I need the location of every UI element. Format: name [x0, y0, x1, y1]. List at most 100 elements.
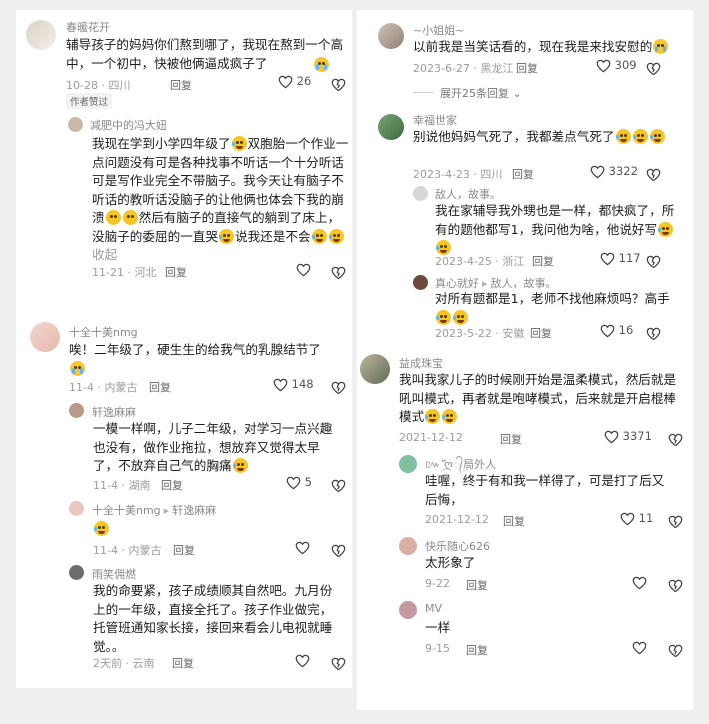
emoji-icon: [94, 521, 109, 536]
expand-replies-button[interactable]: 展开25条回复 ⌄: [440, 85, 522, 101]
username[interactable]: 敌人，故事。: [435, 186, 501, 202]
dislike-button[interactable]: [668, 511, 683, 530]
heart-icon: [604, 430, 619, 443]
emoji-icon: [231, 136, 247, 151]
chevron-down-icon: ⌄: [509, 87, 522, 100]
username[interactable]: MV: [425, 602, 442, 615]
like-button[interactable]: 5: [286, 475, 312, 490]
reply-button[interactable]: 回复: [516, 60, 538, 76]
comment-date: 10-28 · 四川: [66, 79, 131, 92]
comment-date: 2023-6-27 · 黑龙江: [413, 62, 514, 75]
dislike-button[interactable]: [668, 575, 683, 594]
dislike-button[interactable]: [646, 323, 661, 342]
avatar[interactable]: [413, 186, 428, 201]
broken-heart-icon: [646, 168, 661, 181]
avatar[interactable]: [378, 23, 404, 49]
like-button[interactable]: [632, 575, 647, 590]
divider: [413, 92, 433, 93]
comment-text: 太形象了: [425, 555, 476, 570]
reply-button[interactable]: 回复: [161, 477, 183, 493]
dislike-button[interactable]: [646, 164, 661, 183]
comment-date: 2天前 · 云南: [93, 657, 155, 670]
dislike-button[interactable]: [646, 251, 661, 270]
like-button[interactable]: 26: [278, 74, 311, 89]
comment-date: 11-21 · 河北: [92, 266, 157, 279]
like-button[interactable]: 117: [600, 251, 641, 266]
emoji-icon: [122, 210, 138, 225]
comment-date: 11-4 · 内蒙古: [69, 381, 138, 394]
reply-button[interactable]: 回复: [165, 264, 187, 280]
avatar[interactable]: [413, 275, 428, 290]
avatar[interactable]: [399, 537, 417, 555]
comment-text: 别说他妈妈气死了，我都差点气死了: [413, 128, 683, 147]
reply-button[interactable]: 回复: [149, 379, 171, 395]
emoji-icon: [436, 309, 451, 325]
like-button[interactable]: [295, 540, 310, 555]
comment-text: 对所有题都是1，老师不找他麻烦吗？高手: [435, 290, 675, 327]
comment-text: 我现在学到小学四年级了 双胞胎一个作业一点问题没有可是各种找事不听话一个十分听话可…: [92, 136, 349, 262]
comment-date: 2021-12-12: [425, 513, 489, 526]
reply-button[interactable]: 回复: [170, 77, 192, 93]
reply-button[interactable]: 回复: [532, 253, 554, 269]
avatar[interactable]: [30, 322, 60, 352]
comment-date: 11-4 · 湖南: [93, 479, 151, 492]
like-button[interactable]: 11: [620, 511, 653, 526]
avatar[interactable]: [69, 501, 84, 516]
broken-heart-icon: [668, 579, 683, 592]
dislike-button[interactable]: [668, 429, 683, 448]
reply-button[interactable]: 回复: [530, 325, 552, 341]
username[interactable]: 减肥中的冯大妞: [90, 117, 167, 133]
username[interactable]: 春暖花开: [66, 19, 110, 35]
reply-button[interactable]: 回复: [172, 655, 194, 671]
reply-button[interactable]: 回复: [500, 431, 522, 447]
dislike-button[interactable]: [331, 74, 346, 93]
like-count: 11: [638, 511, 654, 525]
avatar[interactable]: [399, 455, 417, 473]
reply-button[interactable]: 回复: [512, 166, 534, 182]
comment-date: 9-22: [425, 577, 450, 590]
heart-icon: [600, 324, 615, 337]
avatar[interactable]: [69, 565, 84, 580]
like-button[interactable]: 16: [600, 323, 633, 338]
username[interactable]: ~小姐姐~: [413, 22, 464, 38]
username[interactable]: 雨笑佣燃: [92, 566, 136, 582]
crying-emoji-icon: [314, 57, 329, 72]
comment-text: 以前我是当笑话看的，现在我是来找安慰的: [413, 38, 683, 57]
like-button[interactable]: [632, 640, 647, 655]
username[interactable]: 十全十美nmg ▸ 轩逸麻麻: [92, 502, 216, 518]
emoji-icon: [658, 221, 674, 237]
like-button[interactable]: [295, 653, 310, 668]
dislike-button[interactable]: [331, 262, 346, 281]
heart-icon: [295, 541, 310, 554]
username[interactable]: 快乐随心626: [425, 538, 490, 554]
emoji-icon: [649, 129, 665, 144]
like-count: 16: [618, 323, 634, 337]
username[interactable]: 益成珠宝: [399, 355, 443, 371]
dislike-button[interactable]: [331, 540, 346, 559]
like-button[interactable]: [296, 262, 311, 277]
username[interactable]: 轩逸麻麻: [92, 404, 136, 420]
like-button[interactable]: 309: [596, 58, 637, 73]
dislike-button[interactable]: [331, 653, 346, 672]
avatar[interactable]: [378, 114, 404, 140]
reply-button[interactable]: 回复: [173, 542, 195, 558]
avatar[interactable]: [69, 403, 84, 418]
dislike-button[interactable]: [331, 377, 346, 396]
username[interactable]: 十全十美nmg: [69, 324, 138, 340]
reply-button[interactable]: 回复: [466, 577, 488, 593]
avatar[interactable]: [399, 601, 417, 619]
reply-button[interactable]: 回复: [466, 642, 488, 658]
dislike-button[interactable]: [668, 640, 683, 659]
username[interactable]: 幸福世家: [413, 112, 457, 128]
avatar[interactable]: [360, 354, 390, 384]
avatar[interactable]: [26, 20, 56, 50]
dislike-button[interactable]: [331, 475, 346, 494]
collapse-link[interactable]: 收起: [92, 247, 117, 262]
reply-button[interactable]: 回复: [503, 513, 525, 529]
username[interactable]: 真心就好 ▸ 敌人，故事。: [435, 275, 557, 291]
like-button[interactable]: 3371: [604, 429, 652, 444]
like-button[interactable]: 148: [273, 377, 314, 392]
like-button[interactable]: 3322: [590, 164, 638, 179]
avatar[interactable]: [68, 117, 83, 132]
dislike-button[interactable]: [646, 58, 661, 77]
